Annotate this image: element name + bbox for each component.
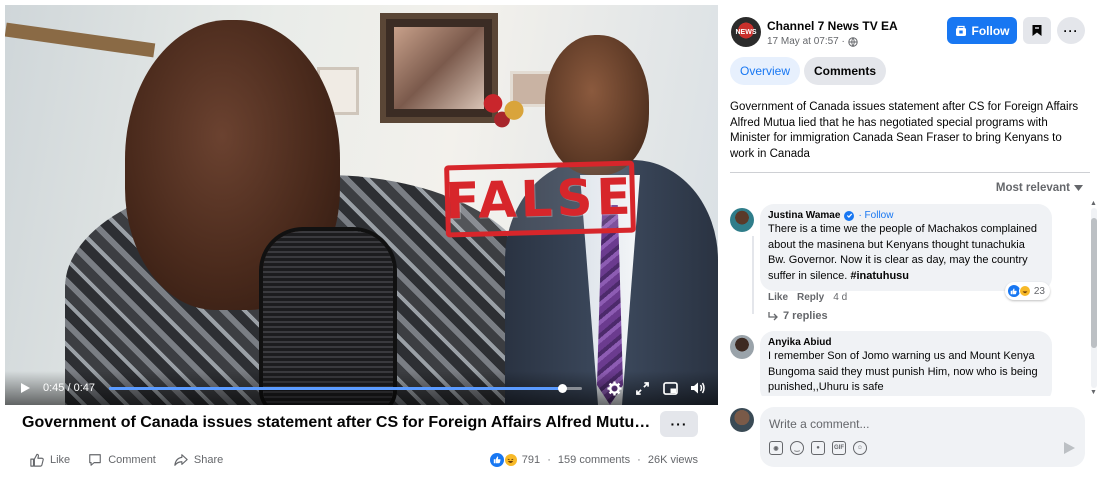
video-controls: 0:45 / 0:47 xyxy=(5,371,718,405)
false-stamp-text: FALSE xyxy=(444,167,636,231)
video-progress-fill xyxy=(109,386,562,390)
comments-count[interactable]: 159 comments xyxy=(558,454,630,466)
scroll-up-icon[interactable]: ▲ xyxy=(1090,200,1097,207)
background-flowers xyxy=(475,85,535,131)
settings-gear-icon[interactable] xyxy=(604,378,624,398)
politician-head xyxy=(545,35,649,175)
comment-like-link[interactable]: Like xyxy=(768,292,788,303)
post-date[interactable]: 17 May at 07:57 · xyxy=(767,36,858,47)
share-arrow-icon xyxy=(174,454,188,466)
video-progress-knob[interactable] xyxy=(557,383,567,393)
thumbs-up-icon xyxy=(30,453,44,467)
post-title: Government of Canada issues statement af… xyxy=(22,414,652,431)
comment-meta: Like Reply 4 d xyxy=(768,292,847,303)
post-more-button[interactable]: ··· xyxy=(660,411,698,437)
thread-line xyxy=(752,236,754,314)
channel-avatar-text: NEWS xyxy=(735,28,757,36)
video-progress-bar[interactable] xyxy=(109,383,582,393)
divider xyxy=(730,172,1090,173)
video-player[interactable]: FALSE 0:45 / 0:47 xyxy=(5,5,718,405)
fullscreen-icon[interactable] xyxy=(632,378,652,398)
comment-reactions[interactable]: 23 xyxy=(1004,282,1050,300)
sort-label: Most relevant xyxy=(995,182,1070,194)
comment-text: There is a time we the people of Machako… xyxy=(768,222,1043,284)
current-user-avatar xyxy=(730,408,754,432)
background-shelf xyxy=(5,22,156,58)
scroll-track[interactable] xyxy=(1091,208,1097,388)
commenter-avatar[interactable] xyxy=(730,208,754,232)
haha-reaction-icon xyxy=(1018,285,1031,297)
comments-scrollbar[interactable]: ▲ ▼ xyxy=(1090,200,1097,396)
play-icon[interactable] xyxy=(15,378,35,398)
follow-page-icon xyxy=(955,25,966,36)
comment-header: Justina Wamae · Follow xyxy=(768,210,1043,221)
comment-composer[interactable]: ◉ ‿ ● GIF ☺ xyxy=(760,407,1085,467)
stats-separator: · xyxy=(634,454,644,466)
sticker-icon[interactable]: ☺ xyxy=(853,441,867,455)
like-button[interactable]: Like xyxy=(30,453,70,467)
reactions-count[interactable]: 791 xyxy=(522,454,540,466)
comment-reply-link[interactable]: Reply xyxy=(797,292,824,303)
comment-bubble: Justina Wamae · Follow There is a time w… xyxy=(760,204,1052,300)
globe-icon xyxy=(848,36,858,47)
composer-tools: ◉ ‿ ● GIF ☺ xyxy=(769,441,867,455)
like-label: Like xyxy=(50,454,71,466)
comments-list: Justina Wamae · Follow There is a time w… xyxy=(730,200,1088,396)
panel-more-button[interactable]: ··· xyxy=(1057,17,1085,44)
comment-label: Comment xyxy=(108,454,156,466)
comment-author[interactable]: Anyika Abiud xyxy=(768,337,832,348)
channel-name[interactable]: Channel 7 News TV EA xyxy=(767,19,898,33)
verified-badge-icon xyxy=(844,210,855,221)
send-icon[interactable] xyxy=(1064,442,1075,454)
views-count: 26K views xyxy=(647,454,698,466)
camera-icon[interactable]: ● xyxy=(811,441,825,455)
reply-arrow-icon xyxy=(768,311,778,320)
emoji-icon[interactable]: ‿ xyxy=(790,441,804,455)
view-replies-link[interactable]: 7 replies xyxy=(768,310,828,322)
bookmark-icon xyxy=(1032,25,1042,36)
like-reaction-icon xyxy=(489,453,504,467)
post-date-text: 17 May at 07:57 · xyxy=(767,36,845,47)
current-time: 0:45 xyxy=(43,382,65,394)
share-button[interactable]: Share xyxy=(174,453,223,467)
follow-label: Follow xyxy=(971,23,1010,38)
save-button[interactable] xyxy=(1023,17,1051,44)
video-time: 0:45 / 0:47 xyxy=(43,382,96,394)
replies-count: 7 replies xyxy=(783,310,828,322)
avatar-sticker-icon[interactable]: ◉ xyxy=(769,441,783,455)
comment-input[interactable] xyxy=(769,416,1059,432)
comment-button[interactable]: Comment xyxy=(88,453,156,467)
miniplayer-icon[interactable] xyxy=(660,378,680,398)
comment-hashtag[interactable]: #inatuhusu xyxy=(850,270,909,282)
post-stats: 791 · 159 comments · 26K views xyxy=(489,453,698,467)
tab-overview[interactable]: Overview xyxy=(730,57,801,85)
comment-bubble-icon xyxy=(89,454,102,466)
comment-follow-link[interactable]: · Follow xyxy=(858,210,893,221)
volume-icon[interactable] xyxy=(688,378,708,398)
post-actions: Like Comment Share xyxy=(30,453,223,467)
comment-author[interactable]: Justina Wamae xyxy=(768,210,840,221)
comment-bubble: Anyika Abiud I remember Son of Jomo warn… xyxy=(760,331,1052,396)
post-side-panel: NEWS Channel 7 News TV EA 17 May at 07:5… xyxy=(718,0,1100,477)
post-description: Government of Canada issues statement af… xyxy=(730,101,1079,160)
comment-reaction-count: 23 xyxy=(1033,285,1045,297)
false-stamp: FALSE xyxy=(444,160,636,238)
scroll-down-icon[interactable]: ▼ xyxy=(1090,389,1097,396)
comment-text: I remember Son of Jomo warning us and Mo… xyxy=(768,350,1038,393)
sort-dropdown[interactable]: Most relevant xyxy=(996,182,1083,194)
comment-age[interactable]: 4 d xyxy=(833,292,847,303)
tab-comments[interactable]: Comments xyxy=(804,57,887,85)
gif-icon[interactable]: GIF xyxy=(832,441,846,455)
scroll-thumb[interactable] xyxy=(1091,218,1097,348)
follow-button[interactable]: Follow xyxy=(947,17,1017,44)
comment-header: Anyika Abiud xyxy=(768,337,1043,348)
commenter-avatar[interactable] xyxy=(730,335,754,359)
haha-reaction-icon xyxy=(503,453,518,467)
stats-separator: · xyxy=(544,454,554,466)
channel-avatar[interactable]: NEWS xyxy=(731,17,761,47)
duration: 0:47 xyxy=(73,382,96,394)
caret-down-icon xyxy=(1074,185,1083,191)
share-label: Share xyxy=(193,454,224,466)
